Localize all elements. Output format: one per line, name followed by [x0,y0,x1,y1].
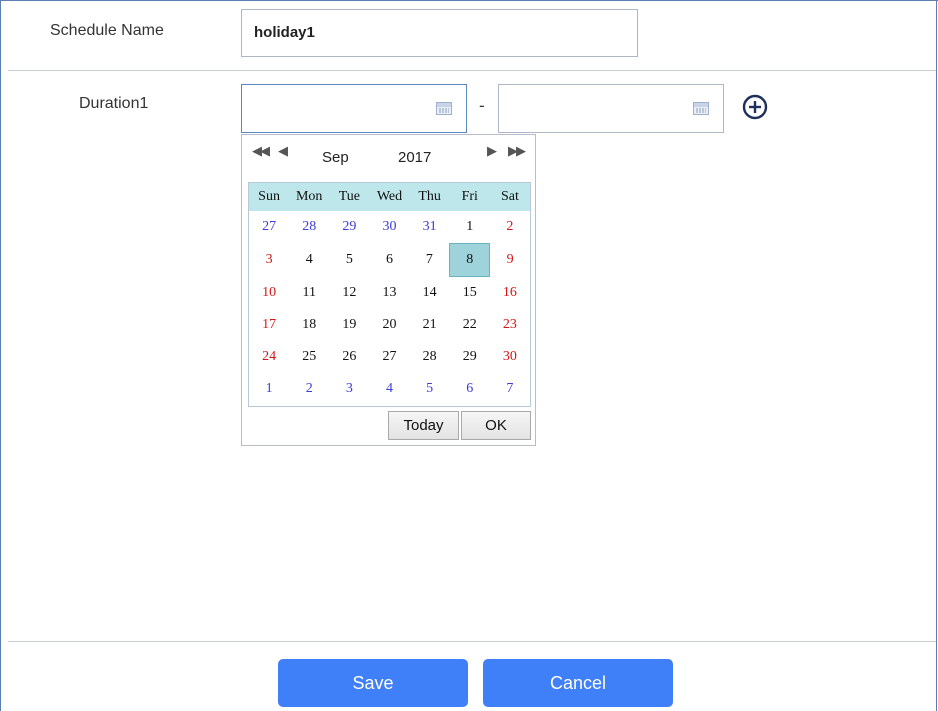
year-label[interactable]: 2017 [398,149,431,166]
day-cell[interactable]: 4 [369,373,409,405]
save-button[interactable]: Save [278,659,468,707]
day-cell[interactable]: 15 [450,277,490,310]
day-cell[interactable]: 2 [289,373,329,405]
next-year-icon[interactable]: ▶▶ [508,143,526,159]
day-cell[interactable]: 14 [410,277,450,310]
day-cell[interactable]: 10 [249,277,289,310]
day-cell[interactable]: 26 [329,341,369,373]
prev-year-icon[interactable]: ◀◀ [252,143,270,159]
end-date-input[interactable] [498,84,724,133]
day-cell[interactable]: 21 [410,309,450,341]
day-cell[interactable]: 6 [369,244,409,277]
week-row: 10 11 12 13 14 15 16 [249,277,530,310]
weekday-header-row: Sun Mon Tue Wed Thu Fri Sat [249,183,530,211]
week-row: 3456789 [249,243,530,277]
day-cell[interactable]: 27 [369,341,409,373]
day-cell[interactable]: 20 [369,309,409,341]
ok-button[interactable]: OK [461,411,531,440]
day-cell[interactable]: 12 [329,277,369,310]
top-border [0,0,938,1]
day-cell[interactable]: 1 [450,211,490,244]
cancel-button[interactable]: Cancel [483,659,673,707]
day-cell[interactable]: 24 [249,341,289,373]
day-cell[interactable]: 29 [329,211,369,244]
next-month-icon[interactable]: ▶ [487,143,497,159]
day-cell[interactable]: 28 [289,211,329,244]
day-cell[interactable]: 28 [410,341,450,373]
divider [8,641,936,642]
day-cell[interactable]: 16 [490,277,530,310]
divider [8,70,936,71]
day-cell[interactable]: 5 [410,373,450,405]
day-cell[interactable]: 30 [369,211,409,244]
calendar-icon[interactable] [693,102,709,115]
day-cell[interactable]: 19 [329,309,369,341]
day-cell[interactable]: 29 [450,341,490,373]
weekday-label: Mon [289,183,330,211]
week-row: 17 18 19 20 21 22 23 [249,309,530,341]
schedule-name-input[interactable]: holiday1 [241,9,638,57]
day-cell[interactable]: 2 [490,211,530,244]
date-picker-header: ◀◀ ◀ Sep 2017 ▶ ▶▶ [242,135,535,179]
day-cell[interactable]: 17 [249,309,289,341]
day-cell[interactable]: 23 [490,309,530,341]
day-cell[interactable]: 25 [289,341,329,373]
calendar-icon[interactable] [436,102,452,115]
prev-month-icon[interactable]: ◀ [278,143,288,159]
day-cell[interactable]: 30 [490,341,530,373]
week-row: 1234567 [249,373,530,405]
schedule-name-label: Schedule Name [50,22,164,39]
day-cell[interactable]: 8 [449,243,491,277]
weekday-label: Tue [329,183,370,211]
month-label[interactable]: Sep [322,149,349,166]
weekday-label: Wed [369,183,410,211]
day-cell[interactable]: 1 [249,373,289,405]
day-cell[interactable]: 3 [329,373,369,405]
day-grid: Sun Mon Tue Wed Thu Fri Sat 27 28 29 30 31 1 2 3 4 5 6 7 8… [248,182,531,407]
weekday-label: Thu [409,183,450,211]
weekday-label: Sat [489,183,530,211]
duration-label: Duration1 [79,95,149,112]
day-cell[interactable]: 7 [490,373,530,405]
weekday-label: Fri [449,183,490,211]
day-cell[interactable]: 4 [289,244,329,277]
day-cell[interactable]: 11 [289,277,329,310]
day-cell[interactable]: 9 [490,244,530,277]
start-date-input[interactable] [241,84,467,133]
today-button[interactable]: Today [388,411,459,440]
day-cell[interactable]: 13 [369,277,409,310]
day-cell[interactable]: 18 [289,309,329,341]
week-row: 27 28 29 30 31 1 2 [249,211,530,244]
day-cell[interactable]: 6 [450,373,490,405]
day-cell[interactable]: 5 [329,244,369,277]
day-cell[interactable]: 31 [410,211,450,244]
day-cell[interactable]: 3 [249,244,289,277]
weekday-label: Sun [249,183,290,211]
week-row: 24 25 26 27 28 29 30 [249,341,530,373]
day-cell[interactable]: 7 [410,244,450,277]
range-separator: - [479,96,485,115]
add-circle-icon[interactable] [741,93,769,121]
date-picker-popup: ◀◀ ◀ Sep 2017 ▶ ▶▶ Sun Mon Tue Wed Thu Fri Sat… [241,134,536,446]
day-cell[interactable]: 27 [249,211,289,244]
day-cell[interactable]: 22 [450,309,490,341]
